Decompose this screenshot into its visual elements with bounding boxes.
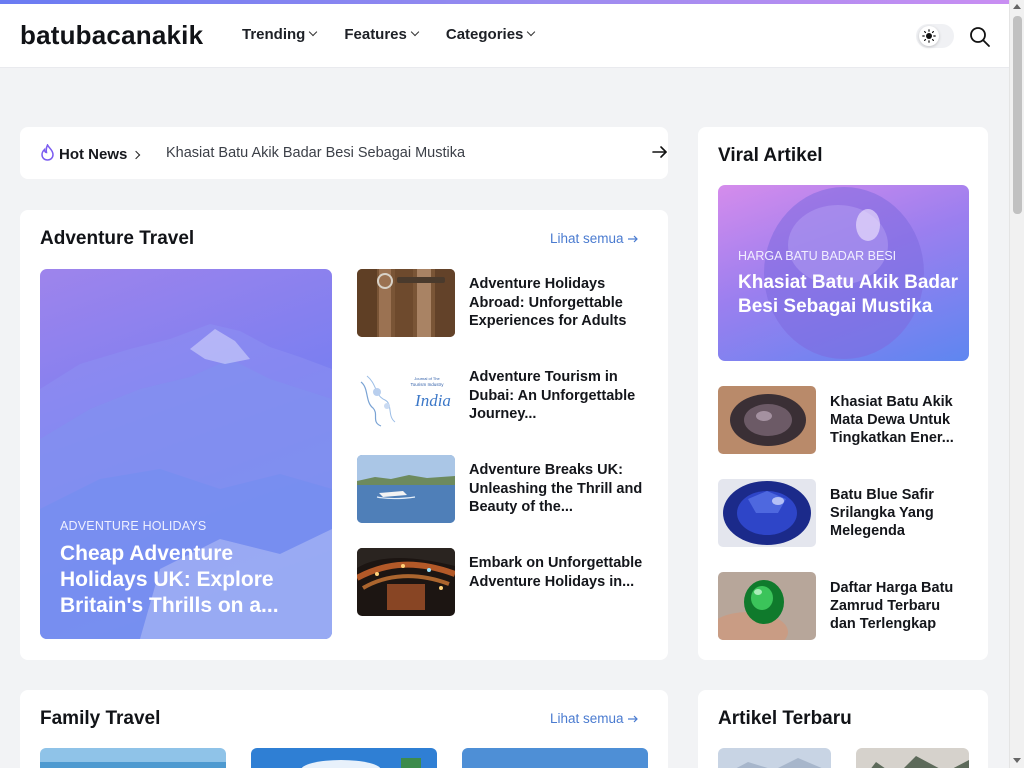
scroll-down-arrow-icon[interactable] <box>1013 758 1021 763</box>
post-title: Batu Blue Safir Srilangka Yang Melegenda <box>830 487 934 540</box>
adventure-travel-section: Adventure Travel Lihat semua ADVENTURE H… <box>20 210 668 660</box>
post-thumbnail: Journal of The Tourism Industry India <box>357 362 455 430</box>
site-logo[interactable]: batubacanakik <box>20 20 203 51</box>
page-scrollbar[interactable] <box>1009 0 1024 768</box>
list-item[interactable]: Batu Blue Safir Srilangka Yang Melegenda <box>718 479 969 547</box>
main-nav: Trending Features Categories <box>242 26 536 43</box>
hot-news-text: Hot News <box>59 146 128 163</box>
viral-articles-widget: Viral Artikel HARGA BATU BADAR BESI Khas… <box>698 127 988 660</box>
post-thumbnail[interactable] <box>462 748 648 768</box>
thumb-caption: Journal of The <box>414 376 440 381</box>
site-header: batubacanakik Trending Features Categori… <box>0 4 1009 68</box>
hot-news-label: Hot News <box>40 143 141 165</box>
widget-title: Artikel Terbaru <box>718 708 852 729</box>
post-thumbnail[interactable] <box>251 748 437 768</box>
post-title: Embark on Unforgettable Adventure Holida… <box>469 555 643 590</box>
widget-title: Viral Artikel <box>718 145 823 166</box>
nav-features[interactable]: Features <box>344 26 420 43</box>
post-thumbnail[interactable] <box>718 748 831 768</box>
thumb-caption: Tourism Industry <box>410 382 444 387</box>
chevron-down-icon <box>527 27 536 37</box>
list-item[interactable]: Adventure Holidays Abroad: Unforgettable… <box>357 269 651 337</box>
arrow-right-icon <box>627 235 638 242</box>
dark-mode-toggle[interactable] <box>916 24 954 48</box>
arrow-right-icon[interactable] <box>651 144 669 165</box>
hot-news-link[interactable]: Khasiat Batu Akik Badar Besi Sebagai Mus… <box>166 145 465 161</box>
post-thumbnail <box>718 386 816 454</box>
see-all-label: Lihat semua <box>550 231 624 246</box>
list-item[interactable]: Embark on Unforgettable Adventure Holida… <box>357 548 651 616</box>
chevron-right-icon <box>132 150 141 159</box>
list-item[interactable]: Adventure Breaks UK: Unleashing the Thri… <box>357 455 651 523</box>
nav-features-label: Features <box>344 26 407 43</box>
section-title: Family Travel <box>40 708 161 729</box>
post-category: HARGA BATU BADAR BESI <box>738 249 897 263</box>
list-item[interactable]: Daftar Harga Batu Zamrud Terbaru dan Ter… <box>718 572 969 640</box>
post-thumbnail <box>357 548 455 616</box>
see-all-label: Lihat semua <box>550 711 624 726</box>
scroll-up-arrow-icon[interactable] <box>1013 4 1021 9</box>
post-thumbnail <box>357 269 455 337</box>
see-all-link[interactable]: Lihat semua <box>550 231 639 246</box>
post-title: Khasiat Batu Akik Mata Dewa Untuk Tingka… <box>830 394 954 447</box>
section-title: Adventure Travel <box>40 228 195 249</box>
featured-post-card[interactable]: ADVENTURE HOLIDAYS Cheap Adventure Holid… <box>40 269 332 639</box>
latest-articles-widget: Artikel Terbaru <box>698 690 988 768</box>
post-thumbnail <box>718 572 816 640</box>
nav-categories[interactable]: Categories <box>445 26 536 43</box>
post-thumbnail <box>718 479 816 547</box>
scrollbar-thumb[interactable] <box>1013 16 1022 214</box>
see-all-link[interactable]: Lihat semua <box>550 711 639 726</box>
post-title: Daftar Harga Batu Zamrud Terbaru dan Ter… <box>830 580 954 633</box>
post-title: Cheap Adventure Holidays UK: Explore Bri… <box>60 542 279 617</box>
nav-trending-label: Trending <box>242 26 306 43</box>
post-thumbnail <box>357 455 455 523</box>
nav-categories-label: Categories <box>445 26 524 43</box>
post-thumbnail[interactable] <box>856 748 969 768</box>
fire-icon <box>40 143 55 165</box>
search-icon[interactable] <box>969 26 991 48</box>
list-item[interactable]: Journal of The Tourism Industry India Ad… <box>357 362 651 430</box>
post-thumbnail[interactable] <box>40 748 226 768</box>
post-title: Adventure Tourism in Dubai: An Unforgett… <box>469 369 636 422</box>
chevron-down-icon <box>309 27 318 37</box>
sun-icon <box>919 26 939 46</box>
post-title: Adventure Breaks UK: Unleashing the Thri… <box>469 462 643 515</box>
family-travel-section: Family Travel Lihat semua <box>20 690 668 768</box>
chevron-down-icon <box>410 27 420 37</box>
thumb-caption: India <box>414 391 451 410</box>
post-title: Adventure Holidays Abroad: Unforgettable… <box>469 276 627 329</box>
post-title: Khasiat Batu Akik Badar Besi Sebagai Mus… <box>738 272 958 317</box>
nav-trending[interactable]: Trending <box>242 26 318 43</box>
post-category: ADVENTURE HOLIDAYS <box>60 519 207 533</box>
list-item[interactable]: Khasiat Batu Akik Mata Dewa Untuk Tingka… <box>718 386 969 454</box>
arrow-right-icon <box>627 715 638 722</box>
featured-post-card[interactable]: HARGA BATU BADAR BESI Khasiat Batu Akik … <box>718 185 969 361</box>
hot-news-bar: Hot News Khasiat Batu Akik Badar Besi Se… <box>20 127 668 179</box>
